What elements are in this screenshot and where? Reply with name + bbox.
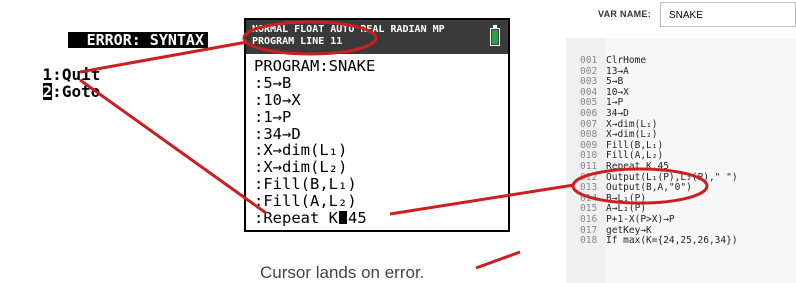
code-text: Output(B,A,"0"): [606, 182, 692, 194]
line-number: 001: [580, 55, 598, 66]
program-line: :X→dim(L₁): [254, 141, 348, 160]
program-line: PROGRAM:SNAKE: [254, 57, 376, 75]
program-line: :1→P: [254, 107, 292, 126]
code-listing: 001 ClrHome 002 13→A 003 5→B 004 10→X 005 1→P 006 3…: [580, 55, 738, 247]
code-line[interactable]: 003 5→B: [580, 76, 738, 88]
code-text: 5→B: [606, 76, 624, 88]
program-line: :10→X: [254, 90, 301, 109]
code-text: Fill(B,L₁): [606, 139, 664, 151]
code-line[interactable]: 014 B→L₁(P): [580, 192, 738, 205]
arrow-goto-to-cursor: [79, 78, 267, 215]
menu-item-number-selected: 2: [42, 82, 53, 101]
code-text: A→L₂(P): [606, 203, 647, 215]
program-line: :Fill(B,L₁): [254, 175, 357, 194]
program-line: :5→B: [254, 73, 292, 92]
code-text: B→L₁(P): [606, 192, 647, 204]
arrow-caption-to-cursor: [475, 250, 521, 270]
status-bar: NORMAL FLOAT AUTO REAL RADIAN MP PROGRAM…: [246, 20, 508, 54]
code-text: getKey→K: [606, 224, 652, 236]
program-listing: PROGRAM:SNAKE :5→B :10→X :1→P :34→D :X→d…: [254, 58, 375, 227]
code-text: X→dim(L₁): [606, 118, 658, 130]
line-number: 016: [580, 213, 598, 225]
code-text: Output(L₁(P),L₂(P)," "): [606, 171, 738, 183]
status-program-line: PROGRAM LINE 11: [252, 36, 343, 47]
var-name-input[interactable]: SNAKE: [660, 2, 796, 27]
line-number: 018: [580, 235, 598, 247]
code-text: 10→X: [606, 86, 629, 98]
code-text: If max(K={24,25,26,34}): [606, 235, 738, 247]
cursor-icon: [339, 211, 347, 225]
program-editor[interactable]: 001 ClrHome 002 13→A 003 5→B 004 10→X 005 1→P 006 3…: [566, 38, 796, 283]
code-text: ClrHome: [606, 55, 647, 66]
status-mode-line: NORMAL FLOAT AUTO REAL RADIAN MP: [252, 24, 445, 35]
code-line[interactable]: 007 X→dim(L₁): [580, 118, 738, 131]
code-line[interactable]: 013 Output(B,A,"0"): [580, 182, 738, 194]
menu-item-number: 1: [42, 65, 53, 84]
program-line: :34→D: [254, 124, 301, 143]
code-line[interactable]: 016 P+1-X(P>X)→P: [580, 213, 738, 226]
program-line: :Fill(A,L₂): [254, 192, 357, 211]
error-title: ERROR: SYNTAX: [68, 32, 208, 48]
code-line[interactable]: 006 34→D: [580, 107, 738, 120]
menu-item-quit[interactable]: 1:Quit: [4, 49, 101, 83]
code-line[interactable]: 002 13→A: [580, 65, 738, 78]
code-text: 34→D: [606, 107, 629, 119]
code-line[interactable]: 004 10→X: [580, 86, 738, 99]
code-line[interactable]: 001 ClrHome: [580, 55, 738, 67]
code-line[interactable]: 005 1→P: [580, 98, 738, 109]
error-menu: 1:Quit 2:Goto: [4, 49, 101, 100]
code-text: X→dim(L₂): [606, 129, 658, 141]
caption: Cursor lands on error.: [260, 263, 425, 282]
var-name-label: VAR NAME:: [598, 9, 652, 19]
code-line[interactable]: 018 If max(K={24,25,26,34}): [580, 235, 738, 247]
code-text: 1→P: [606, 97, 624, 109]
program-line: :X→dim(L₂): [254, 158, 348, 177]
code-text: 13→A: [606, 65, 629, 77]
line-number: 006: [580, 107, 598, 119]
code-text: Fill(A,L₂): [606, 150, 664, 162]
calculator-screen: NORMAL FLOAT AUTO REAL RADIAN MP PROGRAM…: [244, 18, 510, 232]
code-text: P+1-X(P>X)→P: [606, 213, 675, 225]
code-text: Repeat K,45: [606, 160, 669, 172]
program-line-error[interactable]: :Repeat K 45: [254, 210, 375, 227]
menu-item-label: Goto: [61, 82, 101, 101]
battery-icon: [490, 25, 500, 46]
line-number: 011: [580, 160, 598, 172]
